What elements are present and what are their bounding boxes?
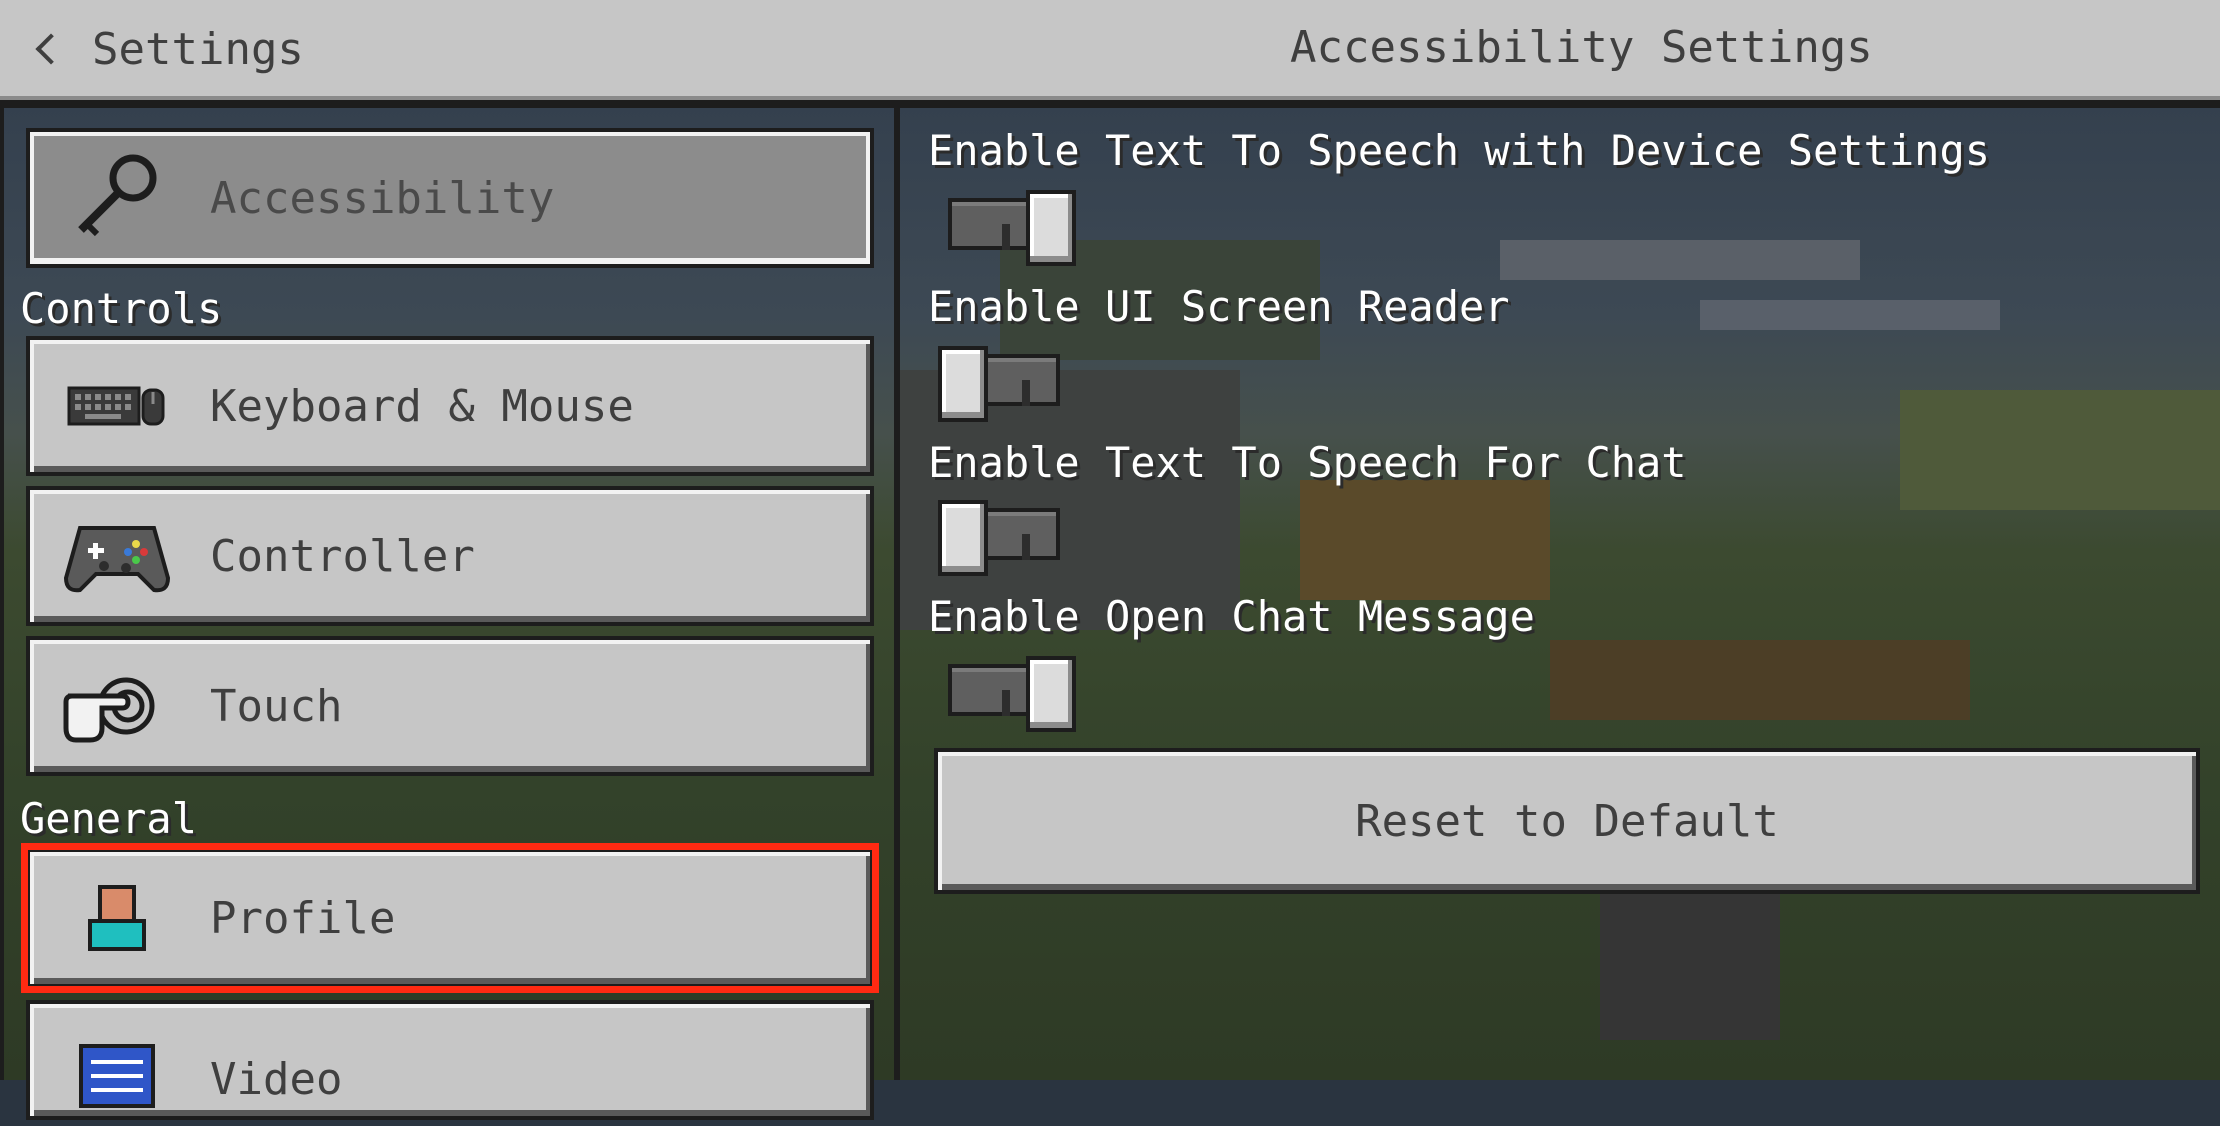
sidebar-item-profile[interactable]: Profile: [21, 843, 879, 993]
reset-to-default-button[interactable]: Reset to Default: [934, 748, 2200, 894]
settings-panel: Enable Text To Speech with Device Settin…: [900, 100, 2220, 1080]
page-title: Accessibility Settings: [1290, 22, 1873, 73]
sidebar-item-video[interactable]: Video: [26, 1000, 874, 1120]
video-sliders-icon: [62, 1026, 172, 1126]
profile-icon: [62, 868, 172, 968]
back-label: Settings: [92, 23, 304, 75]
sidebar-item-label: Accessibility: [210, 172, 555, 224]
top-bar: Settings Accessibility Settings: [0, 0, 2220, 100]
gamepad-icon: [62, 506, 172, 606]
sidebar-item-touch[interactable]: Touch: [26, 636, 874, 776]
touch-hand-icon: [62, 656, 172, 756]
option-label-open-chat-message: Enable Open Chat Message: [928, 592, 1535, 641]
sidebar: Accessibility Controls Keyboard & Mouse: [0, 100, 900, 1120]
section-label-controls: Controls: [20, 284, 223, 333]
toggle-tts-chat[interactable]: [938, 500, 1060, 576]
sidebar-item-label: Touch: [210, 680, 343, 732]
back-button[interactable]: Settings: [26, 18, 304, 80]
keyboard-mouse-icon: [62, 356, 172, 456]
sidebar-item-controller[interactable]: Controller: [26, 486, 874, 626]
toggle-open-chat-message[interactable]: [948, 656, 1076, 732]
option-label-ui-screen-reader: Enable UI Screen Reader: [928, 282, 1510, 331]
sidebar-item-keyboard-mouse[interactable]: Keyboard & Mouse: [26, 336, 874, 476]
sidebar-item-label: Controller: [210, 530, 475, 582]
option-label-tts-chat: Enable Text To Speech For Chat: [928, 438, 1687, 487]
sidebar-item-accessibility[interactable]: Accessibility: [26, 128, 874, 268]
toggle-tts-device[interactable]: [948, 190, 1076, 266]
sidebar-item-label: Profile: [210, 892, 396, 944]
option-label-tts-device: Enable Text To Speech with Device Settin…: [928, 126, 1991, 175]
key-icon: [62, 148, 172, 248]
toggle-ui-screen-reader[interactable]: [938, 346, 1060, 422]
section-label-general: General: [20, 794, 198, 843]
sidebar-item-label: Keyboard & Mouse: [210, 380, 634, 432]
chevron-left-icon: [35, 33, 67, 65]
